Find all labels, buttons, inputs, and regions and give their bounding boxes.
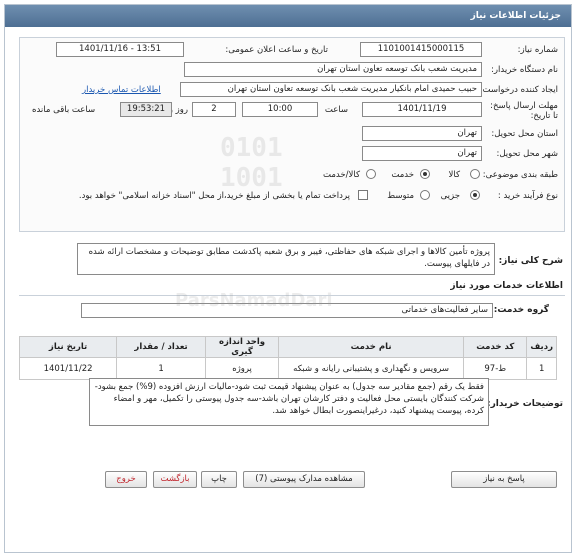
remaining-time-field: 19:53:21 — [120, 102, 172, 117]
need-details-window: جزئیات اطلاعات نیاز 0101 1001 شماره نیاز:… — [4, 4, 572, 553]
need-info-panel: 0101 1001 شماره نیاز: 1101001415000115 تا… — [19, 37, 565, 232]
service-group-label: گروه خدمت: — [493, 305, 549, 315]
announce-label: تاریخ و ساعت اعلان عمومی: — [225, 45, 328, 55]
announce-field: 1401/11/16 - 13:51 — [56, 42, 184, 57]
col-row: ردیف — [526, 336, 557, 358]
deadline-date-field: 1401/11/19 — [362, 102, 482, 117]
buyer-notes-label: توضیحات خریدار: — [487, 399, 563, 409]
category-service-label: خدمت — [391, 170, 414, 180]
province-label: استان محل تحویل: — [491, 129, 558, 139]
col-need-date: تاریخ نیاز — [18, 336, 118, 358]
cell-service-name: سرویس و نگهداری و پشتیبانی رایانه و شبکه — [278, 357, 465, 380]
print-button[interactable]: چاپ — [201, 471, 237, 488]
category-service-radio[interactable] — [420, 169, 430, 179]
city-field: تهران — [362, 146, 482, 161]
cell-need-date: 1401/11/22 — [18, 357, 118, 380]
exit-button[interactable]: خروج — [105, 471, 147, 488]
category-goods-radio[interactable] — [470, 169, 480, 179]
buyer-org-label: نام دستگاه خریدار: — [491, 65, 558, 75]
buyer-notes-text: فقط یک رقم (جمع مقادیر سه جدول) به عنوان… — [89, 378, 489, 426]
category-goods-label: کالا — [448, 170, 460, 180]
deadline-time-field: 10:00 — [242, 102, 318, 117]
services-table-header: ردیف کد خدمت نام خدمت واحد اندازه گیری ت… — [18, 336, 557, 358]
need-number-label: شماره نیاز: — [517, 45, 558, 55]
remaining-time-label: ساعت باقی مانده — [32, 105, 96, 115]
treasury-bonds-checkbox[interactable] — [358, 190, 368, 200]
category-goods-service-radio[interactable] — [366, 169, 376, 179]
process-medium-label: متوسط — [387, 191, 414, 201]
process-minor-radio[interactable] — [470, 190, 480, 200]
page-title: جزئیات اطلاعات نیاز — [470, 11, 561, 21]
col-service-code: کد خدمت — [463, 336, 528, 358]
watermark-text: ParsNamadDari — [175, 290, 333, 311]
buyer-org-field: مدیریت شعب بانک توسعه تعاون استان تهران — [184, 62, 482, 77]
process-minor-label: جزیی — [440, 191, 460, 201]
reply-button[interactable]: پاسخ به نیاز — [451, 471, 557, 488]
creator-field: حبیب حمیدی امام بانکیار مدیریت شعب بانک … — [180, 82, 482, 97]
creator-label: ایجاد کننده درخواست: — [479, 85, 558, 95]
need-number-field: 1101001415000115 — [360, 42, 482, 57]
services-table: ردیف کد خدمت نام خدمت واحد اندازه گیری ت… — [18, 336, 557, 380]
header-bar: جزئیات اطلاعات نیاز — [5, 5, 571, 27]
category-goods-service-label: کالا/خدمت — [323, 170, 360, 180]
cell-quantity: 1 — [116, 357, 206, 380]
col-quantity: تعداد / مقدار — [116, 336, 206, 358]
buyer-contact-link[interactable]: اطلاعات تماس خریدار — [82, 85, 161, 95]
table-row: 1 ط-97 سرویس و نگهداری و پشتیبانی رایانه… — [18, 357, 557, 380]
watermark-logo: 0101 1001 — [220, 133, 283, 193]
col-service-name: نام خدمت — [278, 336, 465, 358]
cell-service-code: ط-97 — [463, 357, 528, 380]
need-summary-text: پروژه تأمین کالاها و اجرای شبکه های حفاظ… — [77, 243, 495, 275]
process-label: نوع فرآیند خرید : — [497, 191, 558, 201]
cell-row: 1 — [526, 357, 557, 380]
col-unit: واحد اندازه گیری — [204, 336, 280, 358]
remaining-days-field: 2 — [192, 102, 236, 117]
province-field: تهران — [362, 126, 482, 141]
process-medium-radio[interactable] — [420, 190, 430, 200]
deadline-label: مهلت ارسال پاسخ: تا تاریخ: — [490, 101, 558, 121]
category-label: طبقه بندی موضوعی: — [482, 170, 558, 180]
need-summary-label: شرح کلی نیاز: — [498, 256, 563, 266]
treasury-bonds-note: پرداخت تمام یا بخشی از مبلغ خرید،از محل … — [78, 191, 350, 201]
city-label: شهر محل تحویل: — [496, 149, 558, 159]
view-attachments-button[interactable]: مشاهده مدارک پیوستی (7) — [243, 471, 365, 488]
cell-unit: پروژه — [204, 357, 280, 380]
services-section-title: اطلاعات خدمات مورد نیاز — [450, 281, 563, 291]
back-button[interactable]: بازگشت — [153, 471, 197, 488]
deadline-time-label: ساعت — [324, 105, 348, 115]
